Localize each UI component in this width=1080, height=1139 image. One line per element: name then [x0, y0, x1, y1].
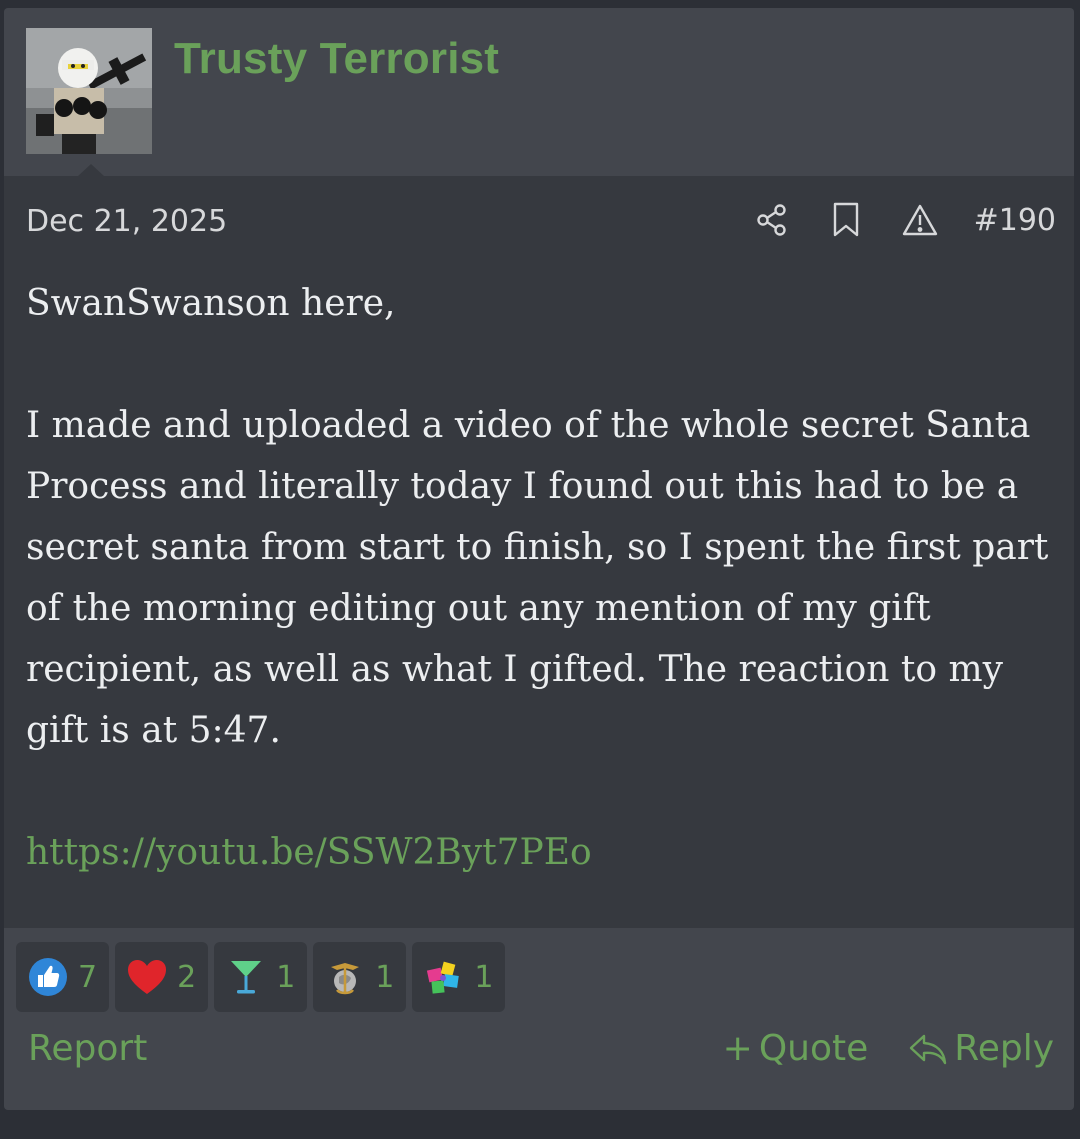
post-footer: 7 2 1 1 1 Report + Quote Reply: [4, 928, 1074, 1110]
bookmark-icon[interactable]: [826, 200, 866, 240]
page: Trusty Terrorist Dec 21, 2025 #190 SwanS…: [0, 0, 1080, 1139]
post-paragraph: I made and uploaded a video of the whole…: [26, 405, 1049, 751]
reply-icon: [908, 1032, 948, 1066]
reaction-like[interactable]: 7: [16, 942, 110, 1012]
user-header: Trusty Terrorist: [4, 8, 1074, 176]
plus-icon: +: [722, 1028, 753, 1069]
reaction-count: 2: [177, 959, 197, 995]
quote-button[interactable]: + Quote: [723, 1028, 869, 1069]
post-body: SwanSwanson here, I made and uploaded a …: [26, 273, 1056, 883]
reaction-count: 1: [474, 959, 494, 995]
post-action-buttons: + Quote Reply: [723, 1028, 1054, 1069]
puzzle-icon: [422, 955, 466, 999]
marine-emblem-icon: [323, 955, 367, 999]
warning-icon[interactable]: [900, 200, 940, 240]
header-notch: [78, 164, 104, 176]
username[interactable]: Trusty Terrorist: [174, 34, 499, 84]
reaction-count: 1: [276, 959, 296, 995]
reaction-count: 1: [375, 959, 395, 995]
like-icon: [26, 955, 70, 999]
reaction-puzzle[interactable]: 1: [412, 942, 506, 1012]
reaction-count: 7: [78, 959, 98, 995]
reaction-bar: 7 2 1 1 1: [16, 942, 506, 1012]
heart-icon: [125, 955, 169, 999]
post-date[interactable]: Dec 21, 2025: [26, 204, 227, 239]
share-icon[interactable]: [752, 200, 792, 240]
report-link[interactable]: Report: [28, 1028, 147, 1069]
post-number[interactable]: #190: [974, 203, 1056, 238]
reaction-heart[interactable]: 2: [115, 942, 209, 1012]
reply-label: Reply: [954, 1028, 1054, 1069]
reaction-cocktail[interactable]: 1: [214, 942, 308, 1012]
post-greeting: SwanSwanson here,: [26, 283, 396, 324]
user-avatar[interactable]: [26, 28, 152, 154]
youtube-link[interactable]: https://youtu.be/SSW2Byt7PEo: [26, 832, 592, 873]
reaction-marine-emblem[interactable]: 1: [313, 942, 407, 1012]
post-meta-icons: #190: [752, 200, 1056, 240]
forum-post: Trusty Terrorist Dec 21, 2025 #190 SwanS…: [4, 8, 1074, 1110]
quote-label: Quote: [758, 1028, 869, 1069]
cocktail-icon: [224, 955, 268, 999]
post-actions: Report + Quote Reply: [28, 1028, 1054, 1078]
post-meta: Dec 21, 2025 #190: [26, 198, 1056, 242]
reply-button[interactable]: Reply: [908, 1028, 1054, 1069]
